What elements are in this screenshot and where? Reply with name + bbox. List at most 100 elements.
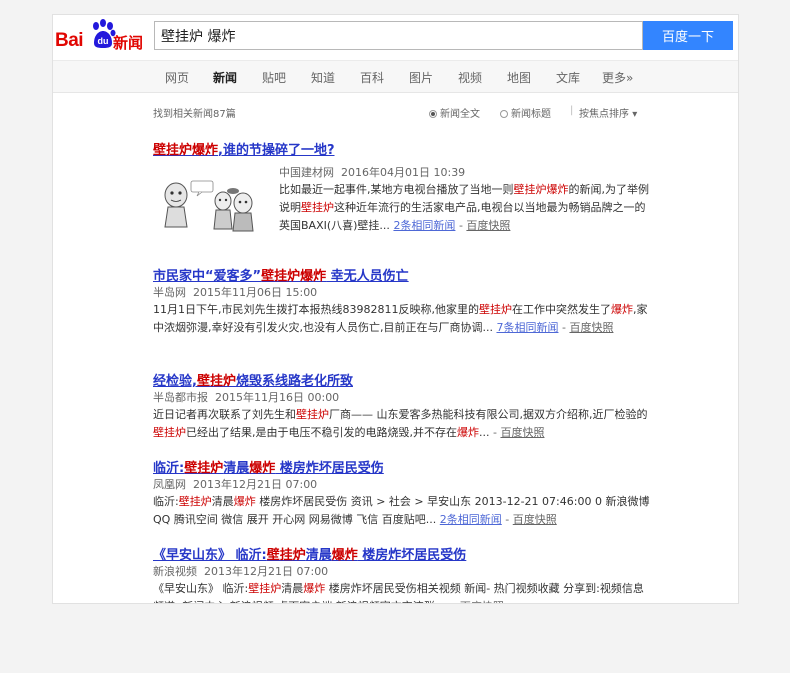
result-source: 凤凰网 bbox=[153, 478, 186, 491]
radio-icon[interactable] bbox=[429, 110, 437, 118]
text-segment: 近日记者再次联系了刘先生和 bbox=[153, 408, 296, 421]
cartoon-thumbnail[interactable] bbox=[153, 165, 265, 237]
text-segment: 市民家中“爱客多” bbox=[153, 269, 262, 284]
result-summary: 近日记者再次联系了刘先生和壁挂炉厂商—— 山东爱客多热能科技有限公司,据双方介绍… bbox=[153, 406, 653, 442]
sort-dropdown[interactable]: 按焦点排序 ▾ bbox=[579, 105, 637, 120]
same-news-link[interactable]: 2条相同新闻 bbox=[393, 219, 455, 232]
result-summary: 《早安山东》 临沂:壁挂炉清晨爆炸 楼房炸坏居民受伤相关视频 新闻- 热门视频收… bbox=[153, 580, 653, 603]
logo-text-bai: Bai bbox=[55, 30, 84, 51]
result-summary: 11月1日下午,市民刘先生拨打本报热线83982811反映称,他家里的壁挂炉在工… bbox=[153, 301, 653, 337]
category-nav: 网页 新闻 贴吧 知道 百科 图片 视频 地图 文库 更多» bbox=[53, 60, 738, 93]
result-title[interactable]: 市民家中“爱客多”壁挂炉爆炸 幸无人员伤亡 bbox=[153, 269, 653, 285]
result-item: 市民家中“爱客多”壁挂炉爆炸 幸无人员伤亡 半岛网 2015年11月06日 15… bbox=[153, 269, 653, 337]
logo-text-du: du bbox=[98, 36, 109, 46]
baidu-news-logo[interactable]: Bai du 新闻 bbox=[55, 19, 147, 57]
nav-item-zhidao[interactable]: 知道 bbox=[311, 69, 335, 86]
text-segment: 清晨 bbox=[281, 582, 304, 595]
result-title[interactable]: 临沂:壁挂炉清晨爆炸 楼房炸坏居民受伤 bbox=[153, 461, 653, 477]
result-item: 《早安山东》 临沂:壁挂炉清晨爆炸 楼房炸坏居民受伤 新浪视频 2013年12月… bbox=[153, 548, 653, 603]
tools-separator: | bbox=[570, 105, 574, 116]
snapshot-link[interactable]: 百度快照 bbox=[466, 219, 510, 232]
text-segment: 临沂: bbox=[153, 495, 179, 508]
same-news-link[interactable]: 7条相同新闻 bbox=[496, 321, 558, 334]
text-segment: 比如最近一起事件,某地方电视台播放了当地一则 bbox=[279, 183, 514, 196]
sort-label: 按焦点排序 bbox=[579, 109, 629, 120]
same-news-link[interactable]: 2条相同新闻 bbox=[440, 513, 502, 526]
text-segment: 清晨 bbox=[223, 461, 250, 476]
search-tools-row: 找到相关新闻87篇 新闻全文 新闻标题 | 按焦点排序 ▾ bbox=[53, 105, 738, 121]
result-meta: 半岛都市报 2015年11月16日 00:00 bbox=[153, 390, 653, 406]
text-segment: 烧毁系线路老化所致 bbox=[235, 374, 353, 389]
link-separator: - bbox=[505, 513, 513, 526]
option-full-text-label: 新闻全文 bbox=[440, 109, 480, 120]
option-title-only[interactable]: 新闻标题 bbox=[500, 105, 551, 120]
nav-item-wenku[interactable]: 文库 bbox=[556, 69, 580, 86]
result-source: 新浪视频 bbox=[153, 565, 197, 578]
search-input[interactable] bbox=[155, 22, 637, 49]
keyword-highlight: 爆炸 bbox=[303, 582, 326, 595]
result-item: 临沂:壁挂炉清晨爆炸 楼房炸坏居民受伤 凤凰网 2013年12月21日 07:0… bbox=[153, 461, 653, 529]
result-meta: 凤凰网 2013年12月21日 07:00 bbox=[153, 477, 653, 493]
nav-item-more[interactable]: 更多» bbox=[602, 69, 633, 86]
snapshot-link[interactable]: 百度快照 bbox=[513, 513, 557, 526]
nav-item-web[interactable]: 网页 bbox=[165, 69, 189, 86]
text-segment: 清晨 bbox=[305, 548, 332, 563]
nav-item-baike[interactable]: 百科 bbox=[360, 69, 384, 86]
text-segment: 楼房炸坏居民受伤 bbox=[275, 461, 384, 476]
keyword-highlight: 壁挂炉 bbox=[248, 582, 282, 595]
text-segment: 已经出了结果,是由于电压不稳引发的电路烧毁,并不存在 bbox=[186, 426, 457, 439]
result-title[interactable]: 《早安山东》 临沂:壁挂炉清晨爆炸 楼房炸坏居民受伤 bbox=[153, 548, 653, 564]
nav-item-tieba[interactable]: 贴吧 bbox=[262, 69, 286, 86]
text-segment: 楼房炸坏居民受伤 bbox=[357, 548, 467, 563]
result-source: 半岛都市报 bbox=[153, 391, 208, 404]
keyword-highlight: 壁挂炉 bbox=[301, 201, 334, 214]
snapshot-link[interactable]: 百度快照 bbox=[569, 321, 613, 334]
nav-item-video[interactable]: 视频 bbox=[458, 69, 482, 86]
keyword-highlight: 壁挂炉 bbox=[478, 303, 512, 316]
text-segment: 11月1日下午,市民刘先生拨打本报热线83982811反映称,他家里的 bbox=[153, 303, 479, 316]
text-segment: 临沂: bbox=[153, 461, 185, 476]
result-date: 2016年04月01日 10:39 bbox=[341, 166, 466, 179]
result-summary: 临沂:壁挂炉清晨爆炸 楼房炸坏居民受伤 资讯 > 社会 > 早安山东 2013-… bbox=[153, 493, 653, 529]
keyword-highlight: 壁挂炉爆炸 bbox=[153, 143, 219, 158]
text-segment: 经检验, bbox=[153, 374, 197, 389]
keyword-highlight: 壁挂炉 bbox=[266, 548, 306, 563]
text-segment: 清晨 bbox=[211, 495, 234, 508]
keyword-highlight: 爆炸 bbox=[331, 548, 358, 563]
result-title[interactable]: 经检验,壁挂炉烧毁系线路老化所致 bbox=[153, 374, 653, 390]
result-date: 2015年11月06日 15:00 bbox=[193, 286, 318, 299]
option-full-text[interactable]: 新闻全文 bbox=[429, 105, 480, 120]
result-item: 经检验,壁挂炉烧毁系线路老化所致 半岛都市报 2015年11月16日 00:00… bbox=[153, 374, 653, 442]
result-date: 2013年12月21日 07:00 bbox=[204, 565, 329, 578]
result-date: 2013年12月21日 07:00 bbox=[193, 478, 318, 491]
search-box bbox=[154, 21, 643, 50]
keyword-highlight: 壁挂炉 bbox=[196, 374, 236, 389]
nav-item-map[interactable]: 地图 bbox=[507, 69, 531, 86]
snapshot-link[interactable]: 百度快照 bbox=[500, 426, 544, 439]
keyword-highlight: 壁挂炉爆炸 bbox=[261, 269, 327, 284]
keyword-highlight: 壁挂炉 bbox=[178, 495, 212, 508]
text-segment: 《早安山东》 临沂: bbox=[153, 548, 267, 563]
result-source: 半岛网 bbox=[153, 286, 186, 299]
keyword-highlight: 爆炸 bbox=[233, 495, 256, 508]
keyword-highlight: 爆炸 bbox=[610, 303, 633, 316]
option-title-label: 新闻标题 bbox=[511, 109, 551, 120]
nav-item-images[interactable]: 图片 bbox=[409, 69, 433, 86]
caret-down-icon: ▾ bbox=[632, 109, 638, 120]
nav-item-news[interactable]: 新闻 bbox=[213, 69, 237, 86]
snapshot-link[interactable]: 百度快照 bbox=[460, 600, 504, 603]
result-count: 找到相关新闻87篇 bbox=[153, 109, 236, 120]
keyword-highlight: 壁挂炉爆炸 bbox=[513, 183, 569, 196]
keyword-highlight: 壁挂炉 bbox=[296, 408, 329, 421]
page-frame: Bai du 新闻 百度一下 网页 新闻 贴吧 知道 百科 图片 视频 地图 文… bbox=[52, 14, 739, 604]
radio-icon[interactable] bbox=[500, 110, 508, 118]
result-date: 2015年11月16日 00:00 bbox=[215, 391, 340, 404]
top-bar: Bai du 新闻 百度一下 bbox=[53, 15, 738, 60]
result-summary: 比如最近一起事件,某地方电视台播放了当地一则壁挂炉爆炸的新闻,为了举例说明壁挂炉… bbox=[279, 181, 653, 235]
result-title[interactable]: 壁挂炉爆炸,谁的节操碎了一地? bbox=[153, 143, 653, 159]
text-segment: 在工作中突然发生了 bbox=[511, 303, 611, 316]
text-segment: ,谁的节操碎了一地? bbox=[218, 143, 335, 158]
result-meta: 中国建材网 2016年04月01日 10:39 bbox=[279, 165, 653, 181]
text-segment: 厂商—— 山东爱客多热能科技有限公司,据双方介绍称,近厂检验的 bbox=[329, 408, 648, 421]
search-button[interactable]: 百度一下 bbox=[643, 21, 733, 50]
